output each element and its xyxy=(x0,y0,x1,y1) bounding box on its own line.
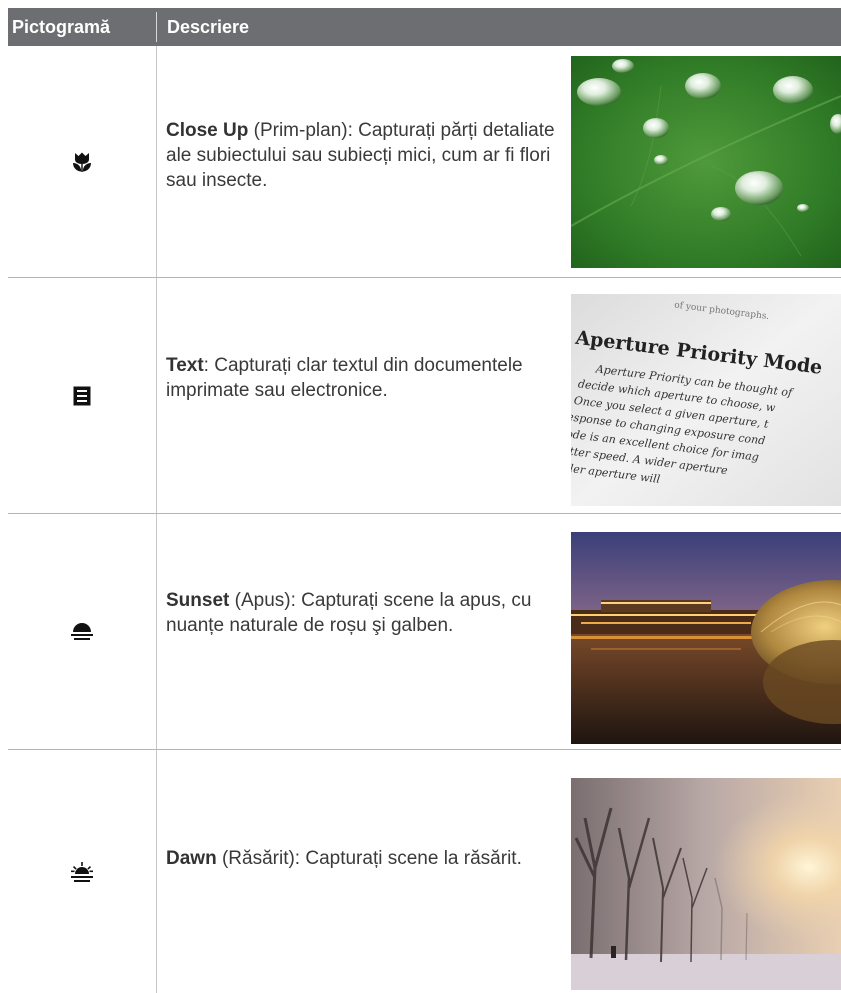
table-row: Close Up (Prim-plan): Capturați părți de… xyxy=(8,46,841,278)
mode-title: Dawn xyxy=(166,848,217,869)
mode-title: Text xyxy=(166,355,204,376)
mode-text: : Capturați clar textul din documentele … xyxy=(166,355,523,401)
scene-mode-table: Pictogramă Descriere Close Up (Prim-plan… xyxy=(8,8,841,993)
row-description: Text: Capturați clar textul din document… xyxy=(166,353,558,403)
row-description: Close Up (Prim-plan): Capturați părți de… xyxy=(166,118,558,193)
sunset-icon xyxy=(8,514,156,750)
header-divider xyxy=(156,12,157,42)
water-droplets-on-leaf-photo xyxy=(571,56,841,268)
document-text-icon xyxy=(8,278,156,514)
printed-text-page-photo: of your photographs. Aperture Priority M… xyxy=(571,294,841,506)
macro-flower-icon xyxy=(8,46,156,278)
table-row: Sunset (Apus): Capturați scene la apus, … xyxy=(8,514,841,750)
dawn-icon xyxy=(8,750,156,993)
table-row: Text: Capturați clar textul din document… xyxy=(8,278,841,514)
misty-dawn-trees-photo xyxy=(571,778,841,990)
column-header-description: Descriere xyxy=(167,17,250,37)
table-header: Pictogramă Descriere xyxy=(8,8,841,46)
table-row: Dawn (Răsărit): Capturați scene la răsăr… xyxy=(8,750,841,993)
row-description: Sunset (Apus): Capturați scene la apus, … xyxy=(166,588,558,638)
mode-title: Sunset xyxy=(166,590,230,611)
sunset-building-reflection-photo xyxy=(571,532,841,744)
column-header-icon: Pictogramă xyxy=(12,17,111,37)
mode-title: Close Up xyxy=(166,120,249,141)
mode-text: (Răsărit): Capturați scene la răsărit. xyxy=(216,848,522,869)
row-description: Dawn (Răsărit): Capturați scene la răsăr… xyxy=(166,846,558,871)
